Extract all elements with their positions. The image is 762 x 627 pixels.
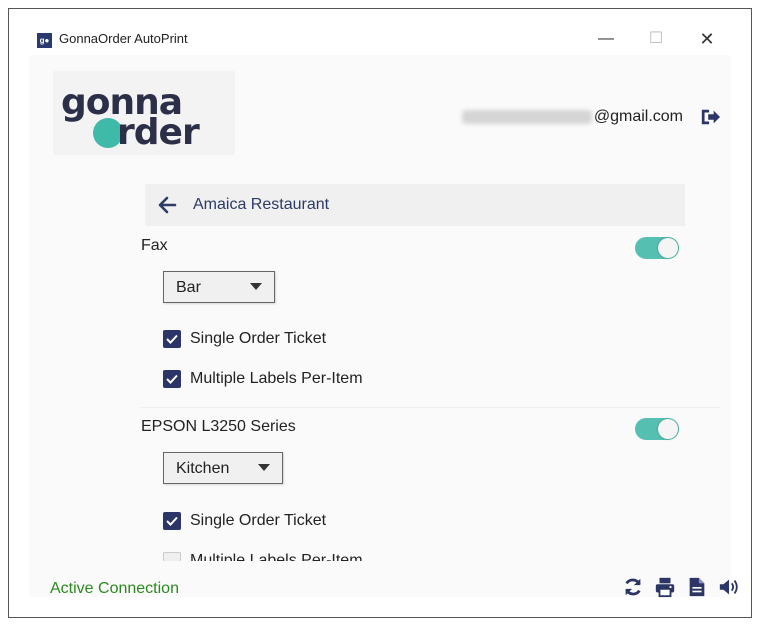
station-select-value: Bar — [176, 279, 201, 296]
sync-icon[interactable] — [622, 576, 644, 598]
logo-text-bottom: rder — [117, 112, 200, 153]
document-icon[interactable] — [686, 576, 708, 598]
email-username-redacted — [461, 110, 592, 124]
chevron-down-icon — [258, 464, 270, 471]
station-select-value: Kitchen — [176, 460, 230, 477]
app-window: g● GonnaOrder AutoPrint — ☐ ✕ gonna rder… — [8, 8, 752, 618]
option-multiple-labels[interactable]: Multiple Labels Per-Item — [163, 550, 363, 561]
option-multiple-labels[interactable]: Multiple Labels Per-Item — [163, 368, 363, 390]
toggle-knob — [658, 419, 678, 439]
window-title: GonnaOrder AutoPrint — [59, 31, 188, 46]
option-label: Multiple Labels Per-Item — [190, 552, 363, 561]
station-select[interactable]: Kitchen — [163, 452, 283, 484]
printer-icon[interactable] — [654, 576, 676, 598]
toggle-knob — [658, 238, 678, 258]
restaurant-name: Amaica Restaurant — [193, 196, 330, 213]
restaurant-header: Amaica Restaurant — [145, 184, 685, 226]
checkbox-checked-icon[interactable] — [163, 330, 181, 348]
chevron-down-icon — [250, 283, 262, 290]
checkbox-checked-icon[interactable] — [163, 512, 181, 530]
station-select[interactable]: Bar — [163, 271, 275, 303]
option-single-order-ticket[interactable]: Single Order Ticket — [163, 510, 326, 532]
connection-status: Active Connection — [50, 580, 179, 597]
printer-enable-toggle[interactable] — [635, 418, 679, 440]
footer-toolbar — [622, 576, 740, 598]
title-bar[interactable]: g● GonnaOrder AutoPrint — ☐ ✕ — [9, 9, 751, 55]
sign-out-icon[interactable] — [699, 107, 721, 127]
gonnaorder-logo: gonna rder — [53, 71, 235, 155]
section-divider — [141, 407, 721, 408]
minimize-button[interactable]: — — [591, 27, 621, 51]
close-button[interactable]: ✕ — [692, 27, 722, 51]
printer-name: EPSON L3250 Series — [141, 418, 296, 435]
option-label: Single Order Ticket — [190, 512, 327, 529]
option-single-order-ticket[interactable]: Single Order Ticket — [163, 328, 326, 350]
option-label: Single Order Ticket — [190, 330, 327, 347]
option-label: Multiple Labels Per-Item — [190, 370, 363, 387]
account-info: @gmail.com — [461, 105, 721, 129]
app-icon: g● — [37, 33, 52, 48]
email-domain: @gmail.com — [593, 108, 683, 125]
printer-enable-toggle[interactable] — [635, 237, 679, 259]
checkbox-checked-icon[interactable] — [163, 370, 181, 388]
printer-name: Fax — [141, 237, 168, 254]
arrow-left-icon[interactable] — [157, 195, 177, 215]
maximize-button[interactable]: ☐ — [641, 27, 671, 51]
printer-list[interactable]: Fax Bar Single Order Ticket Multiple Lab… — [29, 227, 731, 561]
volume-icon[interactable] — [718, 576, 740, 598]
checkbox-unchecked-icon[interactable] — [163, 552, 181, 561]
main-content: gonna rder @gmail.com Amaica Restaurant … — [29, 55, 738, 598]
